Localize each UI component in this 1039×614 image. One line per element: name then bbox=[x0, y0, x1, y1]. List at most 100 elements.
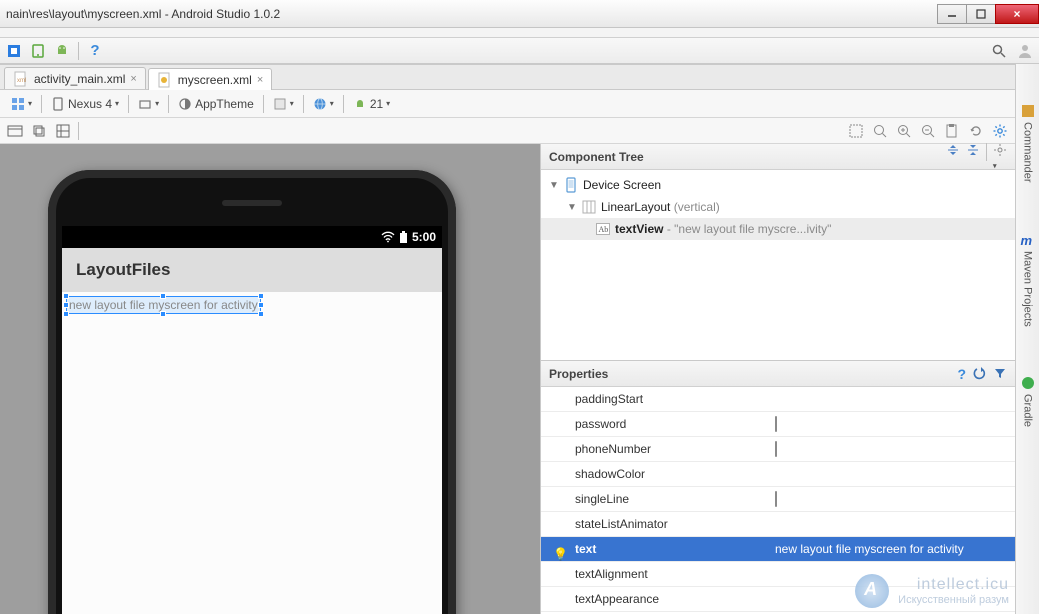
layout-content[interactable]: new layout file myscreen for activity bbox=[62, 292, 442, 614]
commander-tool-button[interactable]: Commander bbox=[1021, 104, 1035, 183]
tree-row-textview[interactable]: Ab textView - "new layout file myscre...… bbox=[541, 218, 1015, 240]
properties-filter-icon[interactable] bbox=[993, 366, 1007, 382]
svg-text:Ab: Ab bbox=[599, 225, 609, 234]
property-value[interactable] bbox=[769, 442, 1015, 456]
property-row-shadowColor[interactable]: shadowColor bbox=[541, 462, 1015, 487]
tab-myscreen[interactable]: myscreen.xml × bbox=[148, 68, 272, 90]
user-icon[interactable] bbox=[1017, 43, 1033, 59]
expand-all-icon[interactable] bbox=[946, 143, 960, 171]
properties-panel: Properties ? paddingStart password phoneNu… bbox=[541, 360, 1015, 614]
tree-label: Device Screen bbox=[583, 178, 661, 192]
collapse-all-icon[interactable] bbox=[966, 143, 980, 171]
right-panels: Component Tree ▾ ▼ Device Screen ▼ L bbox=[540, 144, 1015, 614]
gradle-tool-button[interactable]: Gradle bbox=[1021, 376, 1035, 427]
avd-manager-icon[interactable] bbox=[30, 43, 46, 59]
editor-tabs: xml activity_main.xml × myscreen.xml × bbox=[0, 64, 1015, 90]
properties-restore-icon[interactable] bbox=[972, 366, 987, 382]
property-name: shadowColor bbox=[541, 467, 769, 481]
property-name: textAppearance bbox=[541, 592, 769, 606]
property-row-textAppearance[interactable]: textAppearance bbox=[541, 587, 1015, 612]
property-name: stateListAnimator bbox=[541, 517, 769, 531]
component-tree[interactable]: ▼ Device Screen ▼ LinearLayout (vertical… bbox=[541, 170, 1015, 360]
component-tree-header: Component Tree ▾ bbox=[541, 144, 1015, 170]
settings-gear-icon[interactable] bbox=[991, 122, 1009, 140]
palette-icon[interactable]: ▾ bbox=[6, 94, 37, 114]
locale-icon[interactable]: ▾ bbox=[308, 94, 339, 114]
device-label: Nexus 4 bbox=[68, 97, 112, 111]
maven-tool-button[interactable]: m Maven Projects bbox=[1021, 233, 1035, 327]
orientation-icon[interactable]: ▾ bbox=[133, 94, 164, 114]
tab-activity-main[interactable]: xml activity_main.xml × bbox=[4, 67, 146, 89]
refresh-icon[interactable] bbox=[967, 122, 985, 140]
panel-title: Properties bbox=[549, 367, 608, 381]
close-tab-icon[interactable]: × bbox=[130, 73, 136, 85]
property-value[interactable]: new layout file myscreen for activity bbox=[769, 542, 1015, 556]
property-row-phoneNumber[interactable]: phoneNumber bbox=[541, 437, 1015, 462]
theme-label: AppTheme bbox=[195, 97, 254, 111]
property-name: singleLine bbox=[541, 492, 769, 506]
property-row-textAlignment[interactable]: textAlignment bbox=[541, 562, 1015, 587]
property-row-text[interactable]: 💡textnew layout file myscreen for activi… bbox=[541, 537, 1015, 562]
svg-text:xml: xml bbox=[17, 78, 26, 84]
properties-header: Properties ? bbox=[541, 361, 1015, 387]
status-bar: 5:00 bbox=[62, 226, 442, 248]
property-value[interactable] bbox=[769, 417, 1015, 431]
checkbox[interactable] bbox=[775, 491, 777, 507]
theme-selector[interactable]: AppTheme bbox=[173, 94, 259, 114]
property-name: 💡text bbox=[541, 542, 769, 556]
device-selector[interactable]: Nexus 4 ▾ bbox=[46, 94, 124, 114]
design-toolbar-2 bbox=[0, 118, 1015, 144]
property-row-singleLine[interactable]: singleLine bbox=[541, 487, 1015, 512]
tree-expand-icon[interactable]: ▼ bbox=[567, 202, 577, 213]
panel-title: Component Tree bbox=[549, 150, 644, 164]
textview-text: new layout file myscreen for activity bbox=[69, 298, 258, 312]
device-screen: 5:00 LayoutFiles new layout file myscree… bbox=[62, 226, 442, 614]
property-value[interactable] bbox=[769, 492, 1015, 506]
tree-expand-icon[interactable]: ▼ bbox=[549, 180, 559, 191]
tab-label: activity_main.xml bbox=[34, 72, 125, 86]
design-toolbar: ▾ Nexus 4 ▾ ▾ AppTheme ▾ ▾ 21 ▾ bbox=[0, 90, 1015, 118]
blueprint-icon[interactable] bbox=[54, 122, 72, 140]
search-icon[interactable] bbox=[991, 43, 1007, 59]
activity-association-icon[interactable]: ▾ bbox=[268, 94, 299, 114]
property-row-stateListAnimator[interactable]: stateListAnimator bbox=[541, 512, 1015, 537]
property-row-password[interactable]: password bbox=[541, 412, 1015, 437]
app-bar: LayoutFiles bbox=[62, 248, 442, 292]
close-tab-icon[interactable]: × bbox=[257, 74, 263, 86]
view-mode-icon[interactable] bbox=[6, 122, 24, 140]
right-tool-gutter: Commander m Maven Projects Gradle bbox=[1015, 64, 1039, 614]
property-row-paddingStart[interactable]: paddingStart bbox=[541, 387, 1015, 412]
close-button[interactable]: × bbox=[995, 4, 1039, 24]
checkbox[interactable] bbox=[775, 441, 777, 457]
layers-icon[interactable] bbox=[30, 122, 48, 140]
api-selector[interactable]: 21 ▾ bbox=[348, 94, 395, 114]
zoom-out-icon[interactable] bbox=[919, 122, 937, 140]
help-icon[interactable]: ? bbox=[87, 43, 103, 59]
battery-icon bbox=[399, 231, 408, 244]
device-frame: 5:00 LayoutFiles new layout file myscree… bbox=[48, 170, 456, 614]
window-controls: × bbox=[938, 4, 1039, 24]
maximize-button[interactable] bbox=[966, 4, 996, 24]
zoom-actual-icon[interactable] bbox=[871, 122, 889, 140]
android-monitor-icon[interactable] bbox=[54, 43, 70, 59]
design-canvas[interactable]: 5:00 LayoutFiles new layout file myscree… bbox=[0, 144, 540, 614]
window-titlebar: nain\res\layout\myscreen.xml - Android S… bbox=[0, 0, 1039, 28]
xml-file-icon: xml bbox=[13, 71, 29, 87]
zoom-in-icon[interactable] bbox=[895, 122, 913, 140]
status-time: 5:00 bbox=[412, 230, 436, 244]
sdk-manager-icon[interactable] bbox=[6, 43, 22, 59]
wifi-icon bbox=[381, 231, 395, 243]
checkbox[interactable] bbox=[775, 416, 777, 432]
tree-row-linearlayout[interactable]: ▼ LinearLayout (vertical) bbox=[541, 196, 1015, 218]
zoom-fit-icon[interactable] bbox=[847, 122, 865, 140]
tree-settings-icon[interactable]: ▾ bbox=[993, 143, 1007, 171]
textview-selected[interactable]: new layout file myscreen for activity bbox=[66, 296, 261, 314]
clipboard-icon[interactable] bbox=[943, 122, 961, 140]
window-title: nain\res\layout\myscreen.xml - Android S… bbox=[6, 7, 280, 21]
property-name: password bbox=[541, 417, 769, 431]
tree-row-device[interactable]: ▼ Device Screen bbox=[541, 174, 1015, 196]
properties-help-icon[interactable]: ? bbox=[957, 366, 966, 382]
lightbulb-icon[interactable]: 💡 bbox=[553, 547, 568, 561]
minimize-button[interactable] bbox=[937, 4, 967, 24]
properties-list[interactable]: paddingStart password phoneNumber shadowCol… bbox=[541, 387, 1015, 614]
